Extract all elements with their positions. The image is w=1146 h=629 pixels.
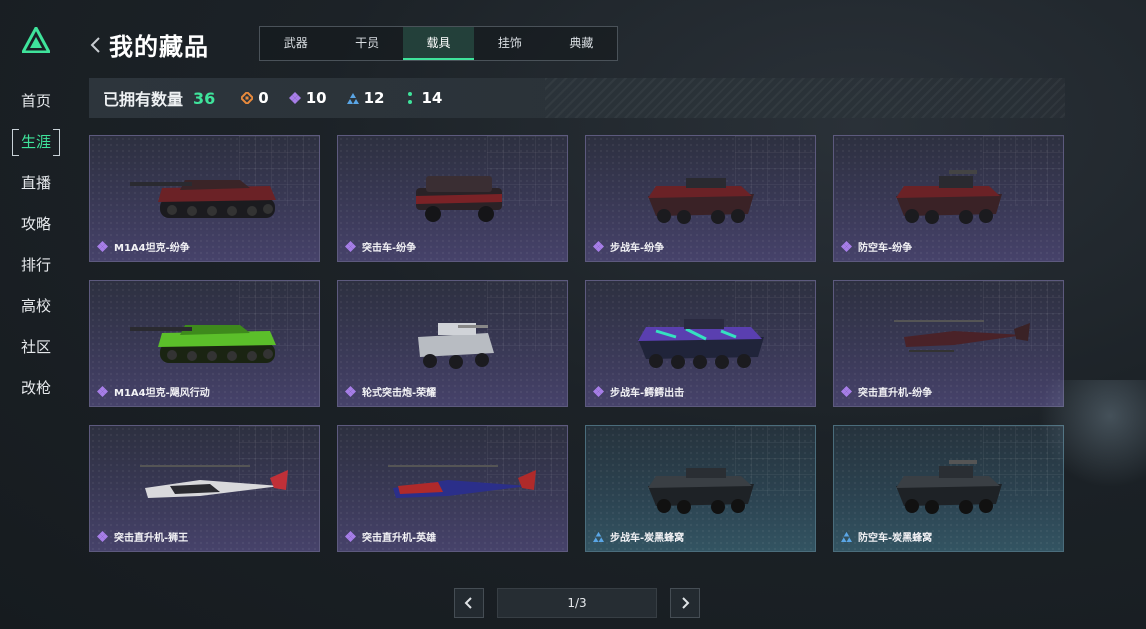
- helicopter-image: [388, 465, 536, 498]
- vehicle-name: 突击直升机-狮王: [114, 533, 189, 544]
- vehicle-collection-grid: M1A4坦克-纷争 突击车-纷争 步战车-纷争 防空车-纷争 M1A4坦克-飓风…: [89, 135, 1065, 552]
- page-title: 我的藏品: [109, 33, 209, 61]
- vehicle-card[interactable]: 防空车-纷争: [833, 135, 1064, 262]
- chevron-right-icon: [682, 597, 690, 609]
- ifv-image: [648, 178, 754, 224]
- vehicle-name: 步战车-纷争: [610, 243, 665, 254]
- tank-image: [130, 325, 276, 363]
- owned-count-total: 36: [193, 88, 216, 108]
- stat-orange: 0: [241, 89, 269, 107]
- stat-purple: 10: [288, 89, 327, 107]
- vehicle-name: M1A4坦克-飓风行动: [114, 388, 210, 399]
- stat-green: 14: [404, 89, 442, 107]
- purple-rarity-icon: [345, 531, 356, 542]
- tab-weapons[interactable]: 武器: [260, 27, 331, 60]
- vehicle-card[interactable]: 步战车-鳄鳄出击: [585, 280, 816, 407]
- purple-rarity-icon: [841, 241, 852, 252]
- vehicle-card[interactable]: 突击直升机-纷争: [833, 280, 1064, 407]
- sidebar-item-gunsmith[interactable]: 改枪: [12, 375, 60, 402]
- wheeled-gun-image: [418, 323, 494, 369]
- vehicle-name: 防空车-纷争: [858, 243, 913, 254]
- chevron-left-icon[interactable]: [89, 35, 103, 55]
- vehicle-card[interactable]: 突击车-纷争: [337, 135, 568, 262]
- vehicle-card[interactable]: M1A4坦克-纷争: [89, 135, 320, 262]
- tab-operators[interactable]: 干员: [331, 27, 402, 60]
- vehicle-card[interactable]: M1A4坦克-飓风行动: [89, 280, 320, 407]
- vehicle-name: 突击车-纷争: [362, 243, 417, 254]
- owned-count-label: 已拥有数量: [103, 90, 184, 109]
- purple-rarity-icon: [345, 241, 356, 252]
- vehicle-name: 步战车-鳄鳄出击: [610, 388, 685, 399]
- chevron-left-icon: [464, 597, 472, 609]
- aa-vehicle-image: [896, 170, 1002, 224]
- prev-page-button[interactable]: [454, 588, 484, 618]
- sidebar-item-live[interactable]: 直播: [12, 170, 60, 197]
- stat-purple-value: 10: [305, 89, 327, 107]
- vehicle-name: M1A4坦克-纷争: [114, 243, 190, 254]
- tab-pendants[interactable]: 挂饰: [474, 27, 545, 60]
- ifv-image: [638, 319, 764, 369]
- vehicle-name: 突击直升机-英雄: [362, 533, 437, 544]
- blue-rarity-icon: [593, 531, 604, 542]
- aa-vehicle-image: [896, 460, 1002, 514]
- green-dots-icon: [408, 92, 413, 104]
- stat-orange-value: 0: [258, 89, 269, 107]
- purple-rarity-icon: [345, 386, 356, 397]
- orange-diamond-icon: [241, 92, 254, 104]
- next-page-button[interactable]: [670, 588, 700, 618]
- sidebar-item-guide[interactable]: 攻略: [12, 211, 60, 238]
- vehicle-name: 突击直升机-纷争: [858, 388, 933, 399]
- stat-blue: 12: [346, 89, 385, 107]
- ifv-image: [648, 468, 754, 514]
- sidebar-item-college[interactable]: 高校: [12, 293, 60, 320]
- vehicle-name: 步战车-炭黑蜂窝: [610, 533, 685, 544]
- sidebar-item-community[interactable]: 社区: [12, 334, 60, 361]
- owned-stats-bar: 已拥有数量 36 0 10 12 14: [89, 78, 1065, 118]
- helicopter-image: [894, 320, 1030, 352]
- sidebar-item-ranking[interactable]: 排行: [12, 252, 60, 279]
- category-tabs: 武器 干员 载具 挂饰 典藏: [259, 26, 618, 61]
- purple-rarity-icon: [593, 241, 604, 252]
- helicopter-image: [140, 465, 288, 498]
- tank-image: [130, 180, 276, 218]
- purple-rarity-icon: [97, 386, 108, 397]
- vehicle-card[interactable]: 防空车-炭黑蜂窝: [833, 425, 1064, 552]
- purple-diamond-icon: [288, 92, 301, 104]
- vehicle-card[interactable]: 步战车-纷争: [585, 135, 816, 262]
- stat-green-value: 14: [421, 89, 443, 107]
- purple-rarity-icon: [593, 386, 604, 397]
- tab-collection[interactable]: 典藏: [546, 27, 617, 60]
- vehicle-card[interactable]: 步战车-炭黑蜂窝: [585, 425, 816, 552]
- triangle-logo-icon: [22, 27, 50, 53]
- vehicle-card[interactable]: 轮式突击炮-荣耀: [337, 280, 568, 407]
- sidebar-item-home[interactable]: 首页: [12, 88, 60, 115]
- blue-rarity-icon: [841, 531, 852, 542]
- assault-car-image: [416, 176, 502, 222]
- vehicle-name: 防空车-炭黑蜂窝: [858, 533, 933, 544]
- vehicle-card[interactable]: 突击直升机-狮王: [89, 425, 320, 552]
- sidebar-item-career[interactable]: 生涯: [12, 129, 60, 156]
- sidebar-nav: 首页 生涯 直播 攻略 排行 高校 社区 改枪: [12, 88, 60, 416]
- tab-vehicles[interactable]: 载具: [402, 27, 475, 60]
- page-indicator: 1/3: [497, 588, 657, 618]
- purple-rarity-icon: [97, 531, 108, 542]
- purple-rarity-icon: [841, 386, 852, 397]
- vehicle-name: 轮式突击炮-荣耀: [362, 388, 437, 399]
- blue-triangle-icon: [346, 93, 359, 104]
- purple-rarity-icon: [97, 241, 108, 252]
- vehicle-card[interactable]: 突击直升机-英雄: [337, 425, 568, 552]
- stat-blue-value: 12: [363, 89, 385, 107]
